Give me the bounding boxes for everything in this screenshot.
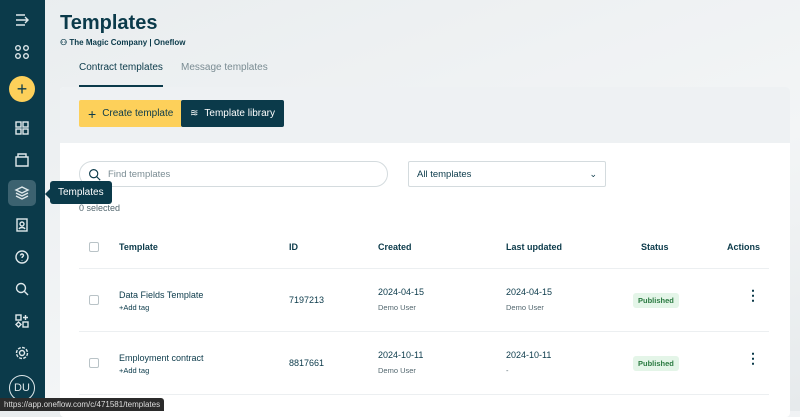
template-filter-select[interactable]: All templates ⌄ bbox=[408, 161, 606, 187]
row-checkbox[interactable] bbox=[89, 358, 99, 368]
search-icon[interactable] bbox=[8, 276, 36, 302]
template-name[interactable]: Employment contract bbox=[119, 353, 204, 363]
collapse-menu-icon[interactable] bbox=[8, 7, 36, 33]
header-created[interactable]: Created bbox=[378, 242, 412, 252]
table-row[interactable]: Data Fields Template +Add tag 7197213 20… bbox=[79, 269, 769, 332]
workspace-icon: ⚇ bbox=[60, 38, 70, 47]
add-tag-link[interactable]: +Add tag bbox=[119, 303, 149, 312]
created-date: 2024-10-11 bbox=[378, 350, 424, 360]
page-title: Templates bbox=[60, 12, 158, 34]
row-checkbox[interactable] bbox=[89, 295, 99, 305]
help-icon[interactable] bbox=[8, 244, 36, 270]
template-id: 7197213 bbox=[289, 295, 325, 305]
status-badge: Published bbox=[633, 293, 679, 308]
templates-tooltip: Templates bbox=[45, 181, 112, 204]
created-by: Demo User bbox=[378, 366, 416, 375]
header-status: Status bbox=[641, 242, 669, 252]
templates-icon[interactable] bbox=[8, 180, 36, 206]
link-status-bar: https://app.oneflow.com/c/471581/templat… bbox=[0, 398, 165, 411]
tab-message-templates[interactable]: Message templates bbox=[181, 62, 268, 73]
header-last-updated[interactable]: Last updated bbox=[506, 242, 562, 252]
workspace-switcher-icon[interactable] bbox=[8, 39, 36, 65]
plus-icon: + bbox=[88, 105, 97, 122]
template-name[interactable]: Data Fields Template bbox=[119, 290, 203, 300]
select-all-checkbox[interactable] bbox=[89, 242, 99, 252]
updated-date: 2024-04-15 bbox=[506, 287, 553, 297]
table-row[interactable]: Employment contract +Add tag 8817661 202… bbox=[79, 332, 769, 395]
sidebar: + DU bbox=[0, 0, 45, 411]
status-badge: Published bbox=[633, 356, 679, 371]
toolbar: + Create template ≋ Template library bbox=[60, 87, 790, 143]
search-input[interactable]: Find templates bbox=[79, 161, 388, 187]
more-actions-icon[interactable]: ⋮ bbox=[746, 288, 760, 302]
layers-icon: ≋ bbox=[190, 108, 199, 119]
marketplace-icon[interactable] bbox=[8, 308, 36, 334]
chevron-down-icon: ⌄ bbox=[589, 168, 597, 179]
updated-date: 2024-10-11 bbox=[506, 350, 552, 360]
header-id[interactable]: ID bbox=[289, 242, 298, 252]
create-template-button[interactable]: + Create template bbox=[79, 100, 183, 127]
created-date: 2024-04-15 bbox=[378, 287, 425, 297]
header-template[interactable]: Template bbox=[119, 242, 158, 252]
template-library-button[interactable]: ≋ Template library bbox=[181, 100, 284, 127]
documents-icon[interactable] bbox=[8, 147, 36, 173]
templates-card: + Create template ≋ Template library Find … bbox=[60, 87, 790, 417]
table-header: Template ID Created Last updated Status … bbox=[79, 232, 769, 269]
settings-icon[interactable] bbox=[8, 340, 36, 366]
header-actions: Actions bbox=[727, 242, 761, 252]
updated-by: Demo User bbox=[506, 303, 544, 312]
create-plus-button[interactable]: + bbox=[9, 76, 35, 102]
search-icon bbox=[89, 168, 101, 181]
updated-by: - bbox=[506, 366, 509, 375]
contacts-icon[interactable] bbox=[8, 212, 36, 238]
dashboard-icon[interactable] bbox=[8, 115, 36, 141]
tab-contract-templates[interactable]: Contract templates bbox=[79, 62, 163, 87]
selected-count: 0 selected bbox=[79, 203, 121, 213]
more-actions-icon[interactable]: ⋮ bbox=[746, 351, 760, 365]
created-by: Demo User bbox=[378, 303, 416, 312]
template-id: 8817661 bbox=[289, 358, 325, 368]
workspace-breadcrumb: ⚇ The Magic Company | Oneflow bbox=[60, 38, 186, 47]
add-tag-link[interactable]: +Add tag bbox=[119, 366, 149, 375]
